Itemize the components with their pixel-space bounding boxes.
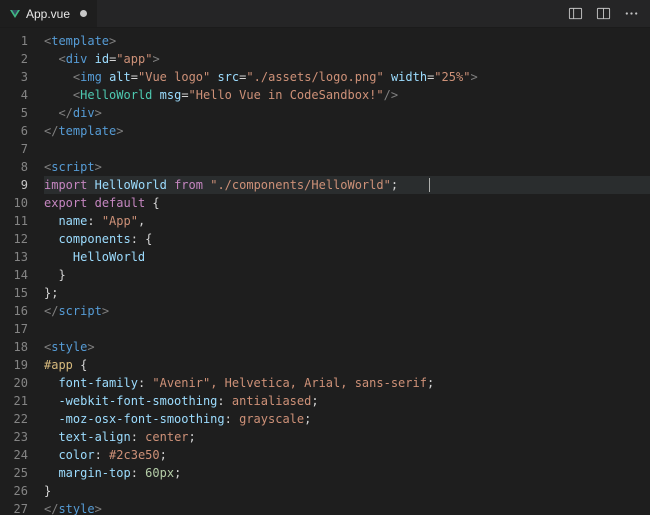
code-line[interactable]: -webkit-font-smoothing: antialiased; bbox=[44, 392, 650, 410]
line-number: 26 bbox=[0, 482, 28, 500]
code-line[interactable]: margin-top: 60px; bbox=[44, 464, 650, 482]
code-line[interactable]: </script> bbox=[44, 302, 650, 320]
line-number: 16 bbox=[0, 302, 28, 320]
split-editor-button[interactable] bbox=[594, 5, 612, 23]
code-line[interactable]: } bbox=[44, 266, 650, 284]
code-line[interactable]: HelloWorld bbox=[44, 248, 650, 266]
line-number: 2 bbox=[0, 50, 28, 68]
code-line[interactable]: <div id="app"> bbox=[44, 50, 650, 68]
code-line[interactable]: font-family: "Avenir", Helvetica, Arial,… bbox=[44, 374, 650, 392]
line-number: 10 bbox=[0, 194, 28, 212]
line-number: 20 bbox=[0, 374, 28, 392]
vue-file-icon bbox=[10, 10, 20, 18]
code-area[interactable]: <template> <div id="app"> <img alt="Vue … bbox=[44, 28, 650, 515]
tab-app-vue[interactable]: App.vue bbox=[0, 0, 97, 27]
code-line[interactable]: import HelloWorld from "./components/Hel… bbox=[44, 176, 650, 194]
dirty-indicator-icon bbox=[80, 10, 87, 17]
editor-actions bbox=[566, 0, 650, 27]
line-number: 4 bbox=[0, 86, 28, 104]
code-editor[interactable]: 1234567891011121314151617181920212223242… bbox=[0, 28, 650, 515]
line-number: 12 bbox=[0, 230, 28, 248]
code-line[interactable]: <img alt="Vue logo" src="./assets/logo.p… bbox=[44, 68, 650, 86]
line-number: 22 bbox=[0, 410, 28, 428]
code-line[interactable]: }; bbox=[44, 284, 650, 302]
line-number: 24 bbox=[0, 446, 28, 464]
code-line[interactable]: <style> bbox=[44, 338, 650, 356]
code-line[interactable]: } bbox=[44, 482, 650, 500]
code-line[interactable]: export default { bbox=[44, 194, 650, 212]
code-line[interactable] bbox=[44, 140, 650, 158]
code-line[interactable]: #app { bbox=[44, 356, 650, 374]
line-number: 3 bbox=[0, 68, 28, 86]
code-line[interactable]: <template> bbox=[44, 32, 650, 50]
code-line[interactable]: color: #2c3e50; bbox=[44, 446, 650, 464]
line-number: 21 bbox=[0, 392, 28, 410]
line-number: 5 bbox=[0, 104, 28, 122]
code-line[interactable]: </div> bbox=[44, 104, 650, 122]
line-number: 17 bbox=[0, 320, 28, 338]
tab-label: App.vue bbox=[26, 7, 70, 21]
line-number: 18 bbox=[0, 338, 28, 356]
more-actions-button[interactable] bbox=[622, 5, 640, 23]
line-number: 19 bbox=[0, 356, 28, 374]
tab-bar: App.vue bbox=[0, 0, 650, 28]
line-number: 7 bbox=[0, 140, 28, 158]
line-number: 13 bbox=[0, 248, 28, 266]
code-line[interactable]: components: { bbox=[44, 230, 650, 248]
line-number: 23 bbox=[0, 428, 28, 446]
code-line[interactable]: text-align: center; bbox=[44, 428, 650, 446]
line-number: 6 bbox=[0, 122, 28, 140]
line-number: 8 bbox=[0, 158, 28, 176]
code-line[interactable]: -moz-osx-font-smoothing: grayscale; bbox=[44, 410, 650, 428]
line-number: 9 bbox=[0, 176, 28, 194]
line-number: 1 bbox=[0, 32, 28, 50]
line-number: 15 bbox=[0, 284, 28, 302]
line-number: 27 bbox=[0, 500, 28, 515]
code-line[interactable]: </template> bbox=[44, 122, 650, 140]
line-number: 25 bbox=[0, 464, 28, 482]
code-line[interactable] bbox=[44, 320, 650, 338]
code-line[interactable]: name: "App", bbox=[44, 212, 650, 230]
line-number: 14 bbox=[0, 266, 28, 284]
code-line[interactable]: <script> bbox=[44, 158, 650, 176]
code-line[interactable]: </style> bbox=[44, 500, 650, 515]
toggle-sidebar-button[interactable] bbox=[566, 5, 584, 23]
line-number: 11 bbox=[0, 212, 28, 230]
code-line[interactable]: <HelloWorld msg="Hello Vue in CodeSandbo… bbox=[44, 86, 650, 104]
line-number-gutter: 1234567891011121314151617181920212223242… bbox=[0, 28, 44, 515]
